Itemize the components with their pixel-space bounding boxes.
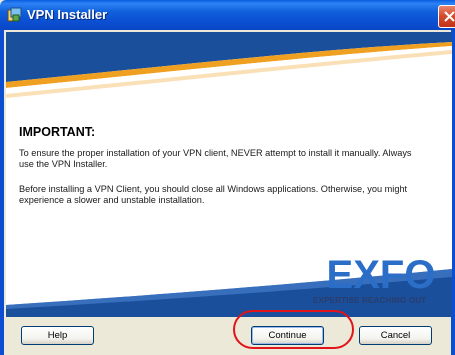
- manual-install-warning: To ensure the proper installation of you…: [19, 148, 412, 169]
- close-icon: [444, 11, 455, 22]
- cancel-button[interactable]: Cancel: [359, 326, 432, 345]
- title-bar[interactable]: VPN Installer: [0, 0, 455, 30]
- continue-button[interactable]: Continue: [251, 326, 324, 345]
- vpn-installer-window: VPN Installer IMPORTANT: To ensure the p…: [0, 0, 455, 355]
- window-frame-left: [0, 30, 4, 355]
- window-title: VPN Installer: [27, 7, 108, 22]
- button-bar: Help Continue Cancel: [4, 317, 451, 355]
- important-heading: IMPORTANT:: [19, 125, 96, 139]
- logo-tagline: EXPERTISE REACHING OUT: [313, 296, 427, 305]
- close-button[interactable]: [438, 5, 455, 28]
- exfo-logo: EXFO: [328, 253, 434, 294]
- top-banner-graphic: [6, 32, 452, 98]
- help-button[interactable]: Help: [21, 326, 94, 345]
- content-panel: IMPORTANT: To ensure the proper installa…: [6, 32, 452, 317]
- logo-text: EXFO: [328, 253, 434, 294]
- close-applications-notice: Before installing a VPN Client, you shou…: [19, 184, 408, 205]
- installer-icon: [7, 7, 22, 22]
